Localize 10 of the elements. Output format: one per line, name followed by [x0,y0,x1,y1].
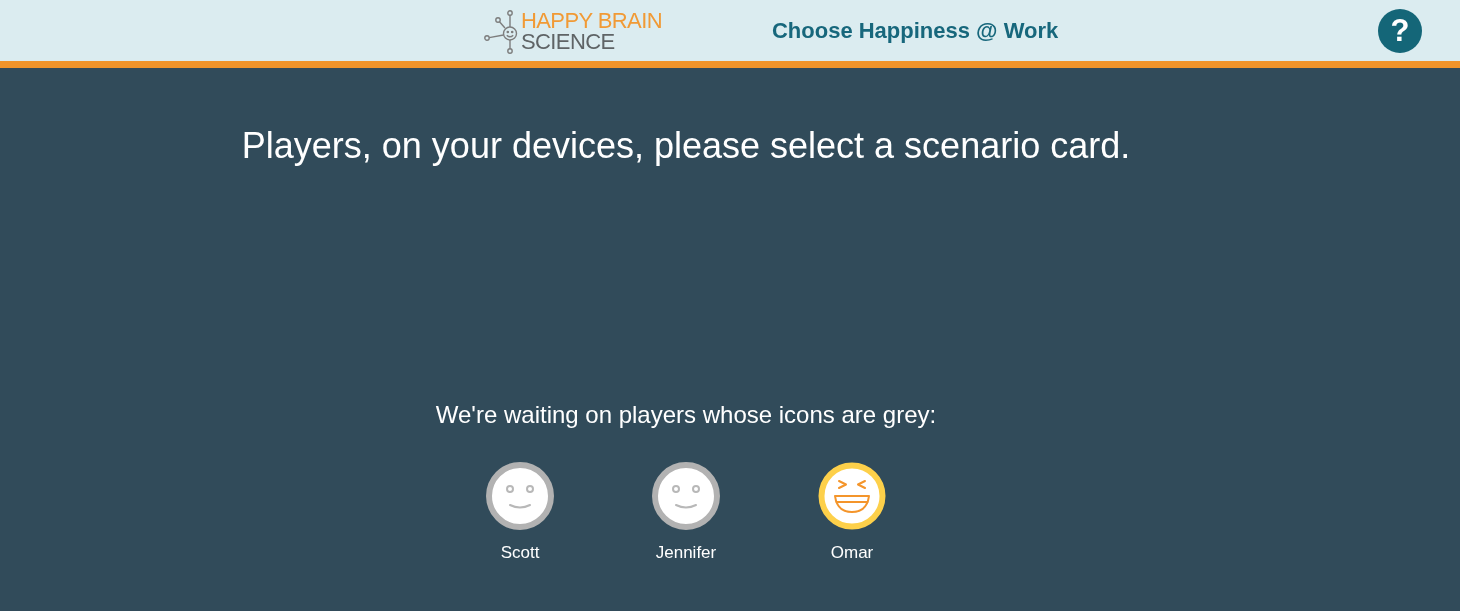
app-title: Choose Happiness @ Work [771,17,1059,44]
player-name: Omar [830,543,874,563]
logo-wordmark-subtitle: SCIENCE [521,30,616,52]
help-button[interactable]: ? [1378,8,1422,53]
instruction-heading: Players, on your devices, please select a scenario card. [241,125,1131,167]
logo-wordmark: HAPPY BRAIN [521,9,662,31]
waiting-message: We're waiting on players whose icons are grey: [435,401,937,429]
player-name: Jennifer [655,543,717,563]
molecule-smiley-icon [484,9,520,54]
player-name: Scott [500,543,540,563]
